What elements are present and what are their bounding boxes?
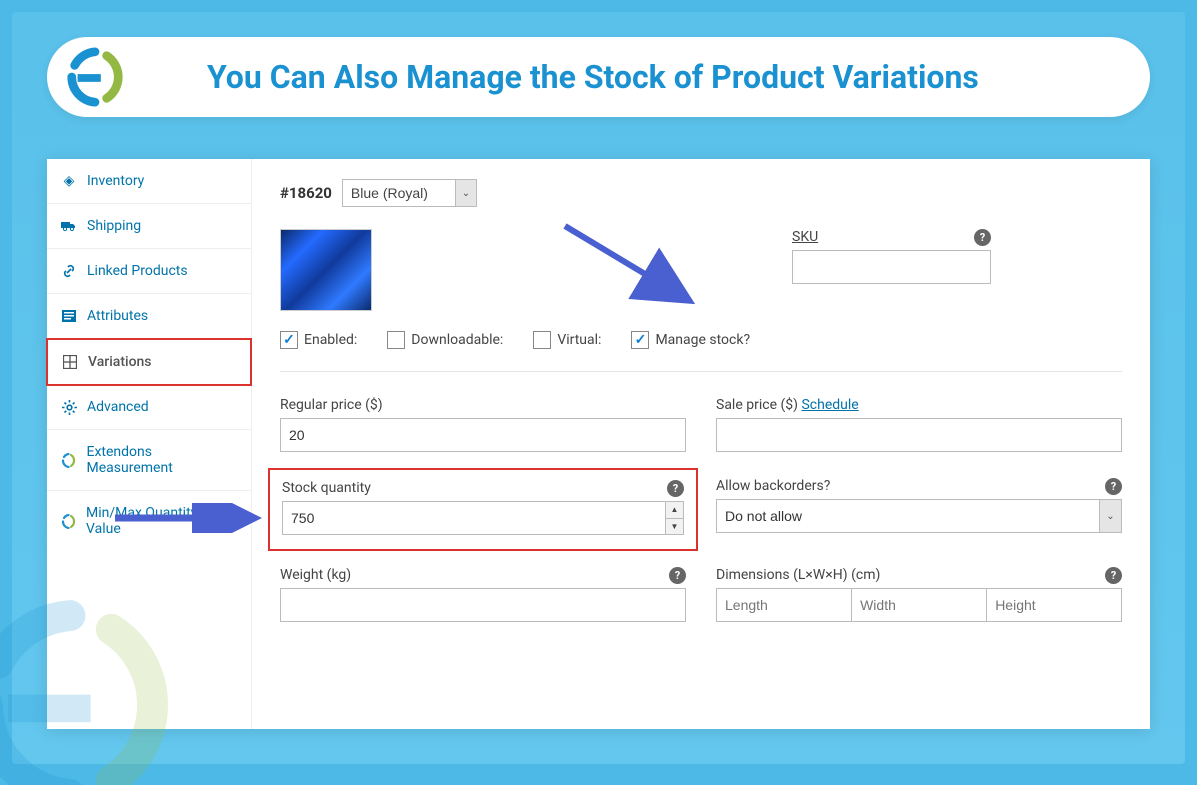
sidebar-item-shipping[interactable]: Shipping <box>47 204 251 249</box>
gear-icon <box>61 400 77 415</box>
checkbox-label: Enabled: <box>304 332 357 348</box>
sidebar-item-label: Shipping <box>87 218 141 234</box>
checkbox-icon: ✓ <box>631 331 649 349</box>
list-icon <box>61 310 77 322</box>
regular-price-label: Regular price ($) <box>280 397 686 413</box>
manage-stock-checkbox[interactable]: ✓ Manage stock? <box>631 331 750 349</box>
page-title: You Can Also Manage the Stock of Product… <box>207 58 979 96</box>
sidebar-item-attributes[interactable]: Attributes <box>47 294 251 339</box>
stock-quantity-highlight: ? Stock quantity ▲▼ <box>268 468 698 551</box>
checkbox-icon: ✓ <box>280 331 298 349</box>
header-banner: You Can Also Manage the Stock of Product… <box>47 37 1150 117</box>
backorders-label: Allow backorders? <box>716 478 1122 494</box>
sku-label: SKU <box>792 229 991 245</box>
dimension-height-input[interactable] <box>986 588 1122 622</box>
schedule-link[interactable]: Schedule <box>801 397 858 413</box>
sidebar-item-extendons-measurement[interactable]: Extendons Measurement <box>47 430 251 491</box>
grid-icon <box>62 355 78 369</box>
dimension-width-input[interactable] <box>851 588 986 622</box>
sidebar-item-label: Linked Products <box>87 263 188 279</box>
product-data-tabs: ◈ Inventory Shipping Linked Products At <box>47 159 252 729</box>
regular-price-input[interactable] <box>280 418 686 452</box>
downloadable-checkbox[interactable]: Downloadable: <box>387 331 503 349</box>
checkbox-label: Manage stock? <box>655 332 750 348</box>
attribute-select[interactable]: ⌄ <box>342 179 477 207</box>
sidebar-item-label: Inventory <box>87 173 144 189</box>
product-data-panel: ◈ Inventory Shipping Linked Products At <box>47 159 1150 729</box>
diamond-icon: ◈ <box>61 173 77 189</box>
virtual-checkbox[interactable]: Virtual: <box>533 331 601 349</box>
variation-content: #18620 ⌄ ? SKU <box>252 159 1150 729</box>
chevron-down-icon[interactable]: ⌄ <box>455 179 477 207</box>
checkbox-label: Virtual: <box>557 332 601 348</box>
sidebar-item-variations[interactable]: Variations <box>46 338 252 386</box>
checkbox-icon <box>533 331 551 349</box>
weight-input[interactable] <box>280 588 686 622</box>
sidebar-item-label: Attributes <box>87 308 148 324</box>
help-icon[interactable]: ? <box>1105 567 1122 584</box>
sidebar-item-label: Extendons Measurement <box>87 444 237 476</box>
sale-price-label: Sale price ($) Schedule <box>716 397 1122 413</box>
help-icon[interactable]: ? <box>1105 478 1122 495</box>
help-icon[interactable]: ? <box>667 480 684 497</box>
extendons-icon <box>61 453 77 468</box>
backorders-select[interactable]: ⌄ <box>716 499 1122 533</box>
sale-price-input[interactable] <box>716 418 1122 452</box>
backorders-value[interactable] <box>716 499 1122 533</box>
link-icon <box>61 264 77 278</box>
weight-label: Weight (kg) <box>280 567 686 583</box>
sidebar-item-inventory[interactable]: ◈ Inventory <box>47 159 251 204</box>
sidebar-item-label: Variations <box>88 354 152 370</box>
help-icon[interactable]: ? <box>974 229 991 246</box>
checkbox-icon <box>387 331 405 349</box>
enabled-checkbox[interactable]: ✓ Enabled: <box>280 331 357 349</box>
variation-image-thumbnail[interactable] <box>280 229 372 311</box>
sku-input[interactable] <box>792 250 991 284</box>
variation-id: #18620 <box>280 184 332 202</box>
stock-quantity-input[interactable] <box>282 501 684 535</box>
dimension-length-input[interactable] <box>716 588 851 622</box>
truck-icon <box>61 220 77 232</box>
stock-quantity-label: Stock quantity <box>282 480 684 496</box>
sidebar-item-label: Min/Max Quantity & Value <box>86 505 237 537</box>
help-icon[interactable]: ? <box>669 567 686 584</box>
sidebar-item-linked-products[interactable]: Linked Products <box>47 249 251 294</box>
sidebar-item-label: Advanced <box>87 399 149 415</box>
sidebar-item-minmax[interactable]: Min/Max Quantity & Value <box>47 491 251 551</box>
dimensions-label: Dimensions (L×W×H) (cm) <box>716 567 1122 583</box>
extendons-icon <box>61 514 76 529</box>
chevron-down-icon[interactable]: ⌄ <box>1099 500 1121 532</box>
chevron-up-icon[interactable]: ▲ <box>666 502 683 519</box>
sidebar-item-advanced[interactable]: Advanced <box>47 385 251 430</box>
chevron-down-icon[interactable]: ▼ <box>666 519 683 535</box>
number-spinner[interactable]: ▲▼ <box>665 502 683 534</box>
checkbox-label: Downloadable: <box>411 332 503 348</box>
extendons-logo <box>62 44 128 110</box>
